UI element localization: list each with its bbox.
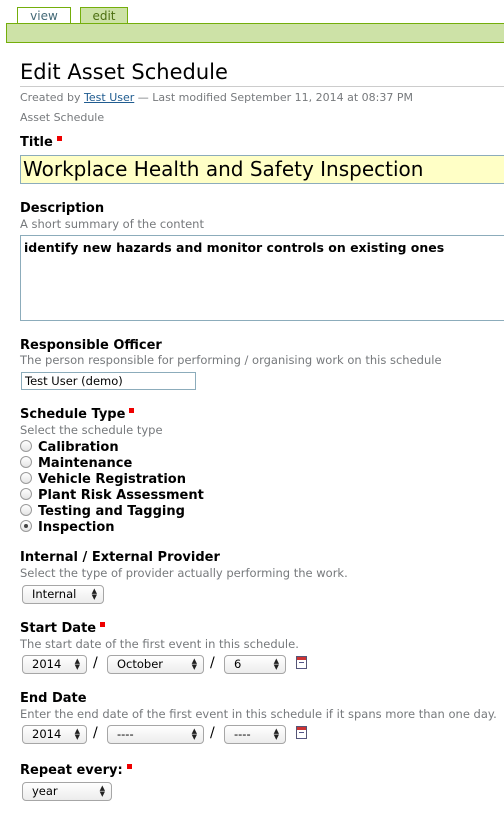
required-marker xyxy=(100,622,106,627)
title-input[interactable]: Workplace Health and Safety Inspection xyxy=(20,155,504,184)
radio-option-maintenance[interactable]: Maintenance xyxy=(20,456,132,472)
end-date-label: End Date xyxy=(20,691,87,706)
description-help: A short summary of the content xyxy=(20,217,204,231)
date-separator: / xyxy=(93,655,98,671)
officer-input[interactable]: Test User (demo) xyxy=(21,372,196,390)
select-arrows-icon: ▲ ▼ xyxy=(273,727,279,741)
radio-label: Calibration xyxy=(38,440,119,455)
end-day-select[interactable]: ---- ▲ ▼ xyxy=(224,725,286,744)
page-title: Edit Asset Schedule xyxy=(20,60,228,84)
end-month-value: ---- xyxy=(117,727,134,741)
document-type: Asset Schedule xyxy=(20,111,105,124)
end-day-value: ---- xyxy=(234,727,251,741)
radio-button[interactable] xyxy=(20,440,32,452)
select-arrows-icon: ▲ ▼ xyxy=(191,657,197,671)
date-separator: / xyxy=(210,655,215,671)
tab-edit[interactable]: edit xyxy=(80,7,128,24)
author-link[interactable]: Test User xyxy=(84,91,134,104)
title-label: Title xyxy=(20,135,62,151)
calendar-icon[interactable] xyxy=(296,726,307,739)
select-arrows-icon: ▲ ▼ xyxy=(191,727,197,741)
provider-select[interactable]: Internal ▲ ▼ xyxy=(22,585,104,604)
end-date-help: Enter the end date of the first event in… xyxy=(20,707,497,721)
end-year-select[interactable]: 2014 ▲ ▼ xyxy=(22,725,87,744)
radio-button[interactable] xyxy=(20,472,32,484)
schedule-type-help: Select the schedule type xyxy=(20,423,163,437)
start-year-select[interactable]: 2014 ▲ ▼ xyxy=(22,655,87,674)
tab-view[interactable]: view xyxy=(17,7,71,24)
start-date-label: Start Date xyxy=(20,621,106,637)
repeat-select[interactable]: year ▲ ▼ xyxy=(22,782,112,801)
byline-modified: — Last modified September 11, 2014 at 08… xyxy=(137,91,413,104)
select-arrows-icon: ▲ ▼ xyxy=(273,657,279,671)
repeat-select-value: year xyxy=(32,784,58,798)
start-month-select[interactable]: October ▲ ▼ xyxy=(107,655,204,674)
select-arrows-icon: ▲ ▼ xyxy=(91,587,97,601)
date-separator: / xyxy=(210,725,215,741)
repeat-label-text: Repeat every: xyxy=(20,763,123,778)
required-marker xyxy=(129,408,135,413)
radio-button[interactable] xyxy=(20,456,32,468)
calendar-icon[interactable] xyxy=(296,656,307,669)
provider-label: Internal / External Provider xyxy=(20,550,220,565)
select-arrows-icon: ▲ ▼ xyxy=(99,784,105,798)
schedule-type-label-text: Schedule Type xyxy=(20,407,126,422)
byline: Created by Test User — Last modified Sep… xyxy=(20,91,413,105)
radio-option-plant-risk-assessment[interactable]: Plant Risk Assessment xyxy=(20,488,204,504)
radio-label: Testing and Tagging xyxy=(38,504,185,519)
start-year-value: 2014 xyxy=(32,657,62,671)
radio-label: Vehicle Registration xyxy=(38,472,186,487)
description-textarea[interactable]: identify new hazards and monitor control… xyxy=(20,235,504,321)
radio-label: Plant Risk Assessment xyxy=(38,488,204,503)
schedule-type-label: Schedule Type xyxy=(20,407,135,423)
radio-button[interactable] xyxy=(20,504,32,516)
start-date-label-text: Start Date xyxy=(20,621,97,636)
radio-button-selected[interactable] xyxy=(20,520,32,532)
radio-option-inspection[interactable]: Inspection xyxy=(20,520,115,536)
provider-select-value: Internal xyxy=(32,587,77,601)
end-year-value: 2014 xyxy=(32,727,62,741)
tab-bar: view edit xyxy=(0,0,504,24)
provider-help: Select the type of provider actually per… xyxy=(20,566,348,580)
start-month-value: October xyxy=(117,657,164,671)
start-day-select[interactable]: 6 ▲ ▼ xyxy=(224,655,286,674)
end-month-select[interactable]: ---- ▲ ▼ xyxy=(107,725,204,744)
start-day-value: 6 xyxy=(234,657,242,671)
repeat-label: Repeat every: xyxy=(20,763,132,779)
officer-label: Responsible Officer xyxy=(20,338,162,353)
date-separator: / xyxy=(93,725,98,741)
description-label: Description xyxy=(20,201,105,216)
radio-button[interactable] xyxy=(20,488,32,500)
required-marker xyxy=(56,136,62,141)
required-marker xyxy=(126,764,132,769)
tab-content-bar xyxy=(6,23,504,43)
select-arrows-icon: ▲ ▼ xyxy=(74,727,80,741)
radio-option-testing-and-tagging[interactable]: Testing and Tagging xyxy=(20,504,185,520)
select-arrows-icon: ▲ ▼ xyxy=(74,657,80,671)
byline-prefix: Created by xyxy=(20,91,81,104)
start-date-help: The start date of the first event in thi… xyxy=(20,637,299,651)
officer-help: The person responsible for performing / … xyxy=(20,353,442,367)
radio-option-calibration[interactable]: Calibration xyxy=(20,440,119,456)
title-label-text: Title xyxy=(20,135,53,150)
radio-label: Maintenance xyxy=(38,456,133,471)
title-divider xyxy=(20,86,504,87)
radio-label: Inspection xyxy=(38,520,115,535)
radio-option-vehicle-registration[interactable]: Vehicle Registration xyxy=(20,472,186,488)
